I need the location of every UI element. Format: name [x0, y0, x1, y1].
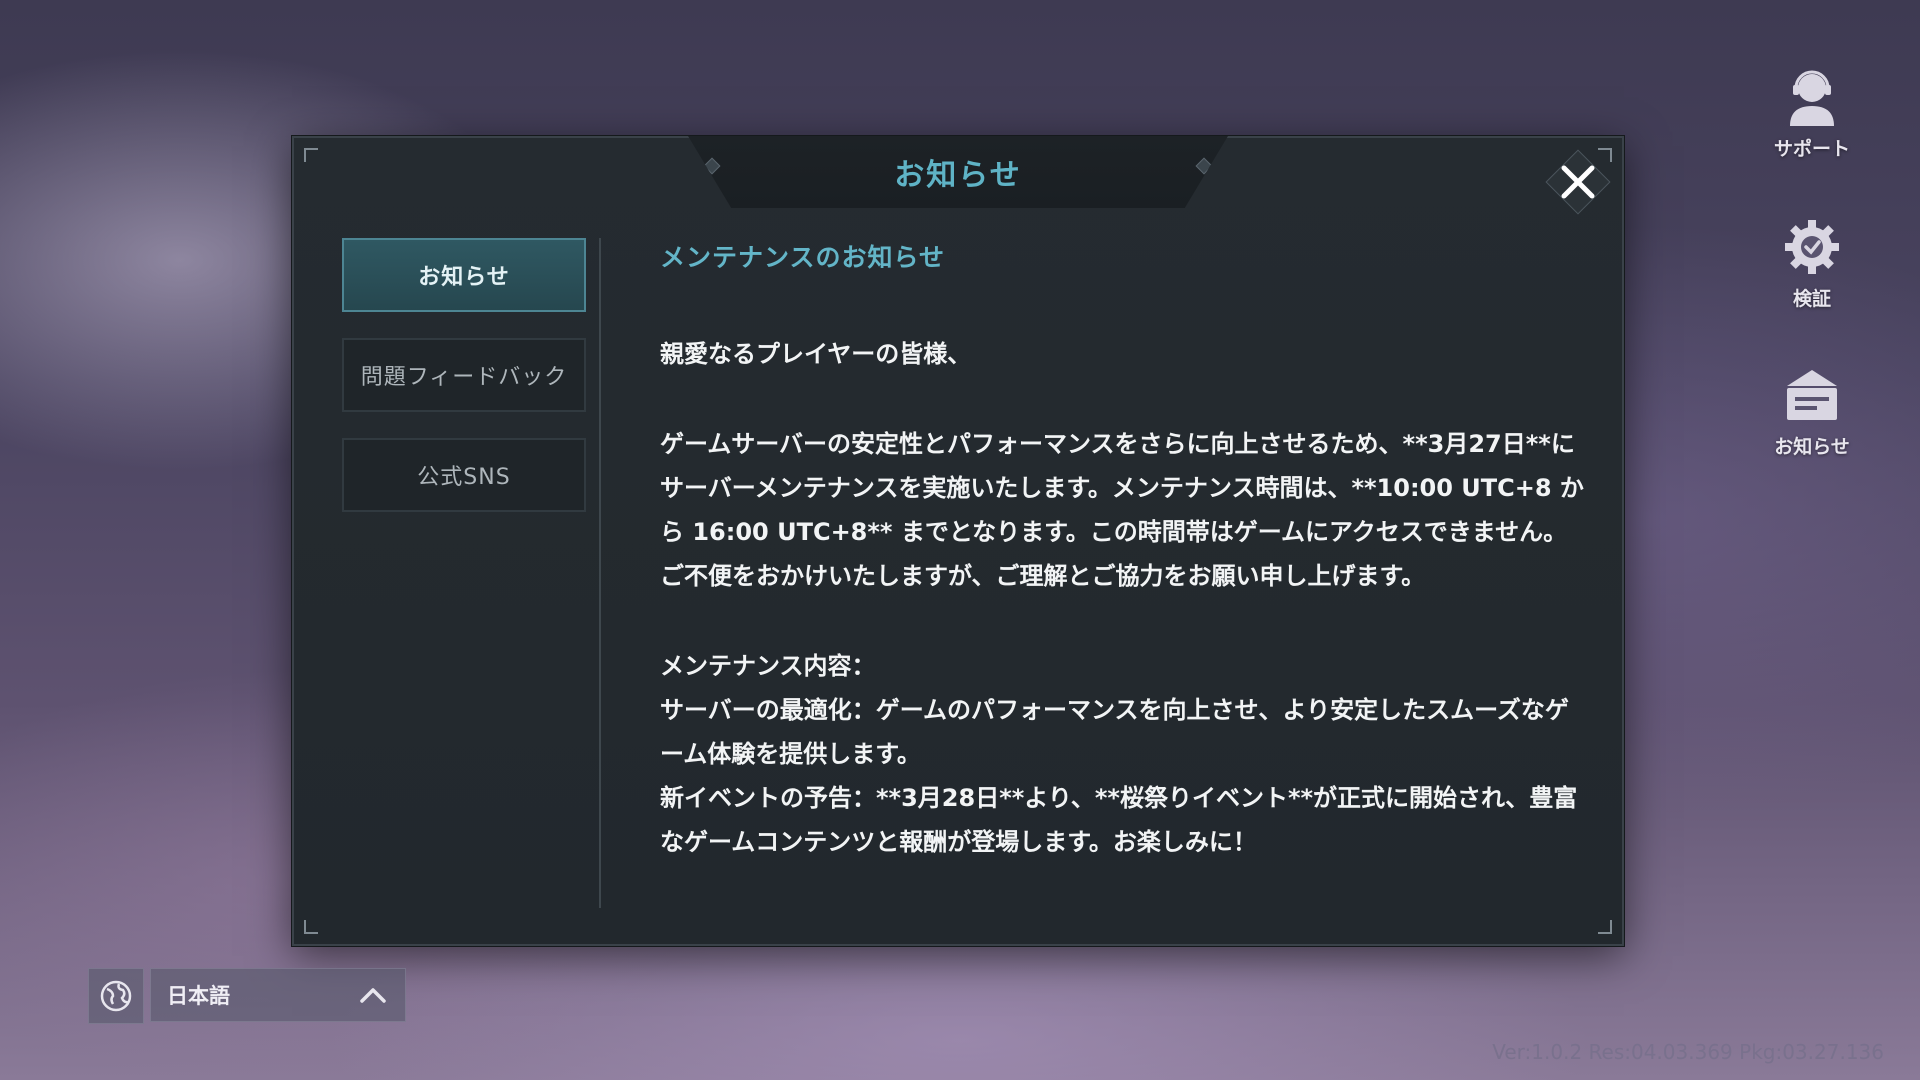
language-select[interactable]: 日本語	[150, 968, 406, 1022]
corner-ornament	[304, 148, 318, 162]
notice-item: 新イベントの予告：**3月28日**より、**桜祭りイベント**が正式に開始され…	[660, 784, 1578, 856]
corner-ornament	[1598, 920, 1612, 934]
tab-official-sns[interactable]: 公式SNS	[342, 438, 586, 512]
verify-label: 検証	[1792, 288, 1831, 310]
notice-body: ゲームサーバーの安定性とパフォーマンスをさらに向上させるため、**3月27日**…	[660, 430, 1584, 590]
notice-side-button[interactable]: お知らせ	[1760, 366, 1864, 459]
close-button[interactable]	[1545, 149, 1611, 215]
support-label: サポート	[1773, 138, 1850, 160]
notice-side-label: お知らせ	[1774, 436, 1850, 458]
verify-button[interactable]: 検証	[1760, 216, 1864, 311]
close-icon	[1561, 165, 1595, 199]
support-button[interactable]: サポート	[1760, 66, 1864, 161]
notice-item: サーバーの最適化：ゲームのパフォーマンスを向上させ、より安定したスムーズなゲーム…	[660, 696, 1569, 768]
notice-tabs: お知らせ 問題フィードバック 公式SNS	[342, 238, 586, 538]
dialog-title: お知らせ	[894, 158, 1022, 193]
dialog-title-plate: お知らせ	[688, 136, 1228, 208]
notice-section-title: メンテナンス内容：	[660, 652, 876, 680]
corner-ornament	[304, 920, 318, 934]
support-agent-icon	[1790, 70, 1834, 126]
version-info: Ver:1.0.2 Res:04.03.369 Pkg:03.27.136	[1492, 1040, 1884, 1064]
notice-content[interactable]: メンテナンスのお知らせ 親愛なるプレイヤーの皆様、 ゲームサーバーの安定性とパフ…	[660, 238, 1590, 918]
chevron-up-icon	[360, 988, 386, 1003]
mailbox-icon	[1787, 370, 1837, 420]
tab-feedback[interactable]: 問題フィードバック	[342, 338, 586, 412]
diamond-ornament	[1195, 157, 1213, 175]
diamond-ornament	[703, 157, 721, 175]
language-globe-button[interactable]	[88, 968, 144, 1024]
notice-dialog: お知らせ お知らせ 問題フィードバック 公式SNS メンテナンスのお知らせ 親愛…	[292, 136, 1624, 946]
language-selected: 日本語	[167, 984, 230, 1008]
globe-icon	[100, 980, 132, 1012]
notice-heading: メンテナンスのお知らせ	[660, 243, 946, 272]
notice-greeting: 親愛なるプレイヤーの皆様、	[660, 340, 972, 368]
tab-divider	[599, 238, 601, 908]
tab-notice[interactable]: お知らせ	[342, 238, 586, 312]
gear-verify-icon	[1785, 220, 1839, 274]
